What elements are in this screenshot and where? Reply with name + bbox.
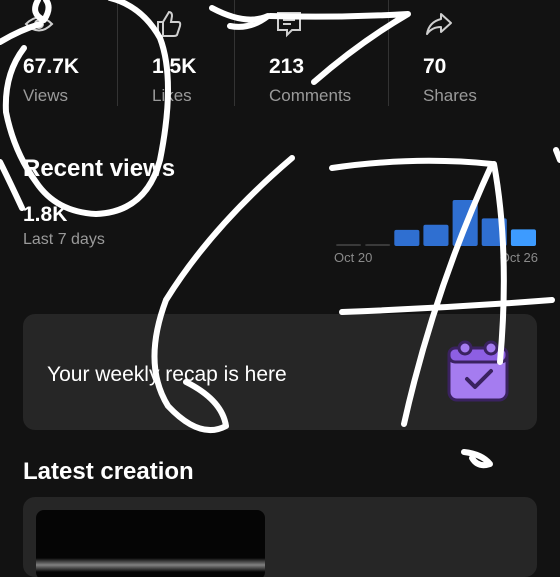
divider xyxy=(388,0,389,106)
weekly-recap-text: Your weekly recap is here xyxy=(47,363,287,386)
calendar-check-icon xyxy=(447,340,509,402)
chart-end-label: Oct 26 xyxy=(499,250,538,265)
stat-shares-label: Shares xyxy=(423,86,477,105)
chart-bar xyxy=(365,244,391,246)
chart-start-label: Oct 20 xyxy=(334,250,373,265)
chart-bar xyxy=(394,229,420,246)
stat-comments-value: 213 xyxy=(269,55,305,78)
thumbs-up-icon xyxy=(157,10,182,37)
chart-bar xyxy=(423,224,449,246)
stat-views-label: Views xyxy=(23,86,69,105)
recent-views-subtitle: Last 7 days xyxy=(23,231,105,248)
stat-views[interactable]: 67.7K Views xyxy=(23,0,118,110)
share-icon xyxy=(426,13,452,35)
thumbnail-light-streak xyxy=(36,558,265,572)
stat-views-value: 67.7K xyxy=(23,55,80,78)
stat-comments-label: Comments xyxy=(269,86,352,105)
chart-bars xyxy=(336,200,536,246)
stat-shares-value: 70 xyxy=(423,55,447,78)
chart-bar xyxy=(510,229,536,246)
comment-icon xyxy=(277,12,301,38)
recent-views-chart[interactable]: Oct 20 Oct 26 xyxy=(334,186,538,266)
divider xyxy=(117,0,118,106)
eye-icon xyxy=(24,16,54,32)
divider xyxy=(234,0,235,106)
weekly-recap-card[interactable]: Your weekly recap is here xyxy=(23,314,537,430)
stat-likes[interactable]: 1.5K Likes xyxy=(152,0,232,110)
stat-comments[interactable]: 213 Comments xyxy=(269,0,379,110)
latest-creation-title: Latest creation xyxy=(23,458,194,485)
video-thumbnail[interactable] xyxy=(36,510,265,577)
stat-shares[interactable]: 70 Shares xyxy=(423,0,503,110)
chart-bar xyxy=(481,218,507,246)
latest-creation-card[interactable] xyxy=(23,497,537,577)
chart-bar xyxy=(452,200,478,246)
recent-views-value: 1.8K xyxy=(23,203,68,226)
stat-likes-label: Likes xyxy=(152,86,192,105)
stats-row: 67.7K Views 1.5K Likes 213 Comments 70 S… xyxy=(0,0,560,112)
chart-bar xyxy=(336,244,362,246)
recent-views-title: Recent views xyxy=(23,155,176,182)
stat-likes-value: 1.5K xyxy=(152,55,197,78)
